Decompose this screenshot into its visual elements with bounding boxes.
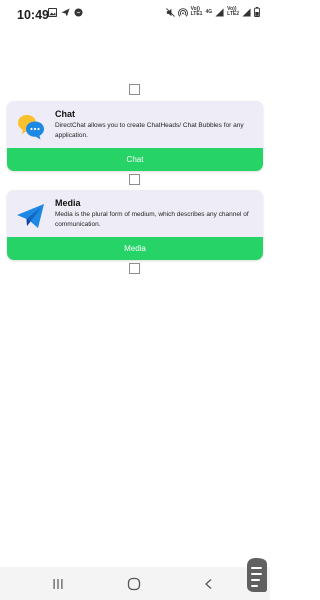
network-1-label: 4G [205, 8, 213, 15]
status-bar: 10:49 Vo)) LTE1 4G Vo)) LTE2 [0, 0, 270, 32]
media-card-description: Media is the plural form of medium, whic… [55, 211, 249, 228]
notification-icons [48, 8, 83, 17]
network-2-lte: LTE2 [227, 11, 239, 17]
mute-icon [165, 7, 175, 17]
signal-icon [215, 7, 224, 17]
image-icon [48, 8, 57, 17]
back-icon [205, 579, 212, 589]
media-button[interactable]: Media [7, 237, 263, 260]
media-card-title: Media [55, 198, 81, 208]
chat-card-title: Chat [55, 109, 75, 119]
network-1-lte: LTE1 [190, 11, 203, 17]
checkbox-top[interactable] [129, 84, 140, 95]
back-button[interactable] [200, 575, 218, 593]
telegram-icon [17, 204, 44, 228]
chat-button[interactable]: Chat [7, 148, 263, 171]
watermark-logo [247, 558, 267, 592]
chat-card-description: DirectChat allows you to create ChatHead… [55, 122, 244, 139]
media-card: Media Media is the plural form of medium… [7, 190, 263, 260]
media-card-body: Media Media is the plural form of medium… [7, 190, 263, 237]
recents-icon [53, 579, 63, 589]
network-1-indicator: Vo)) LTE1 [191, 7, 203, 17]
home-icon [127, 577, 141, 591]
hotspot-icon [177, 7, 188, 17]
chat-bubbles-icon [18, 115, 44, 140]
battery-icon [254, 7, 260, 17]
status-time: 10:49 [17, 8, 49, 22]
signal-icon [242, 7, 251, 17]
system-icons: Vo)) LTE1 4G Vo)) LTE2 [165, 7, 260, 17]
send-icon [61, 8, 70, 17]
recents-button[interactable] [49, 575, 67, 593]
chat-card: Chat DirectChat allows you to create Cha… [7, 101, 263, 171]
navigation-bar [0, 567, 270, 600]
home-button[interactable] [125, 575, 143, 593]
messenger-icon [74, 8, 83, 17]
network-2-indicator: Vo)) LTE2 [227, 7, 239, 17]
chat-card-body: Chat DirectChat allows you to create Cha… [7, 101, 263, 148]
checkbox-bottom[interactable] [129, 263, 140, 274]
checkbox-middle[interactable] [129, 174, 140, 185]
